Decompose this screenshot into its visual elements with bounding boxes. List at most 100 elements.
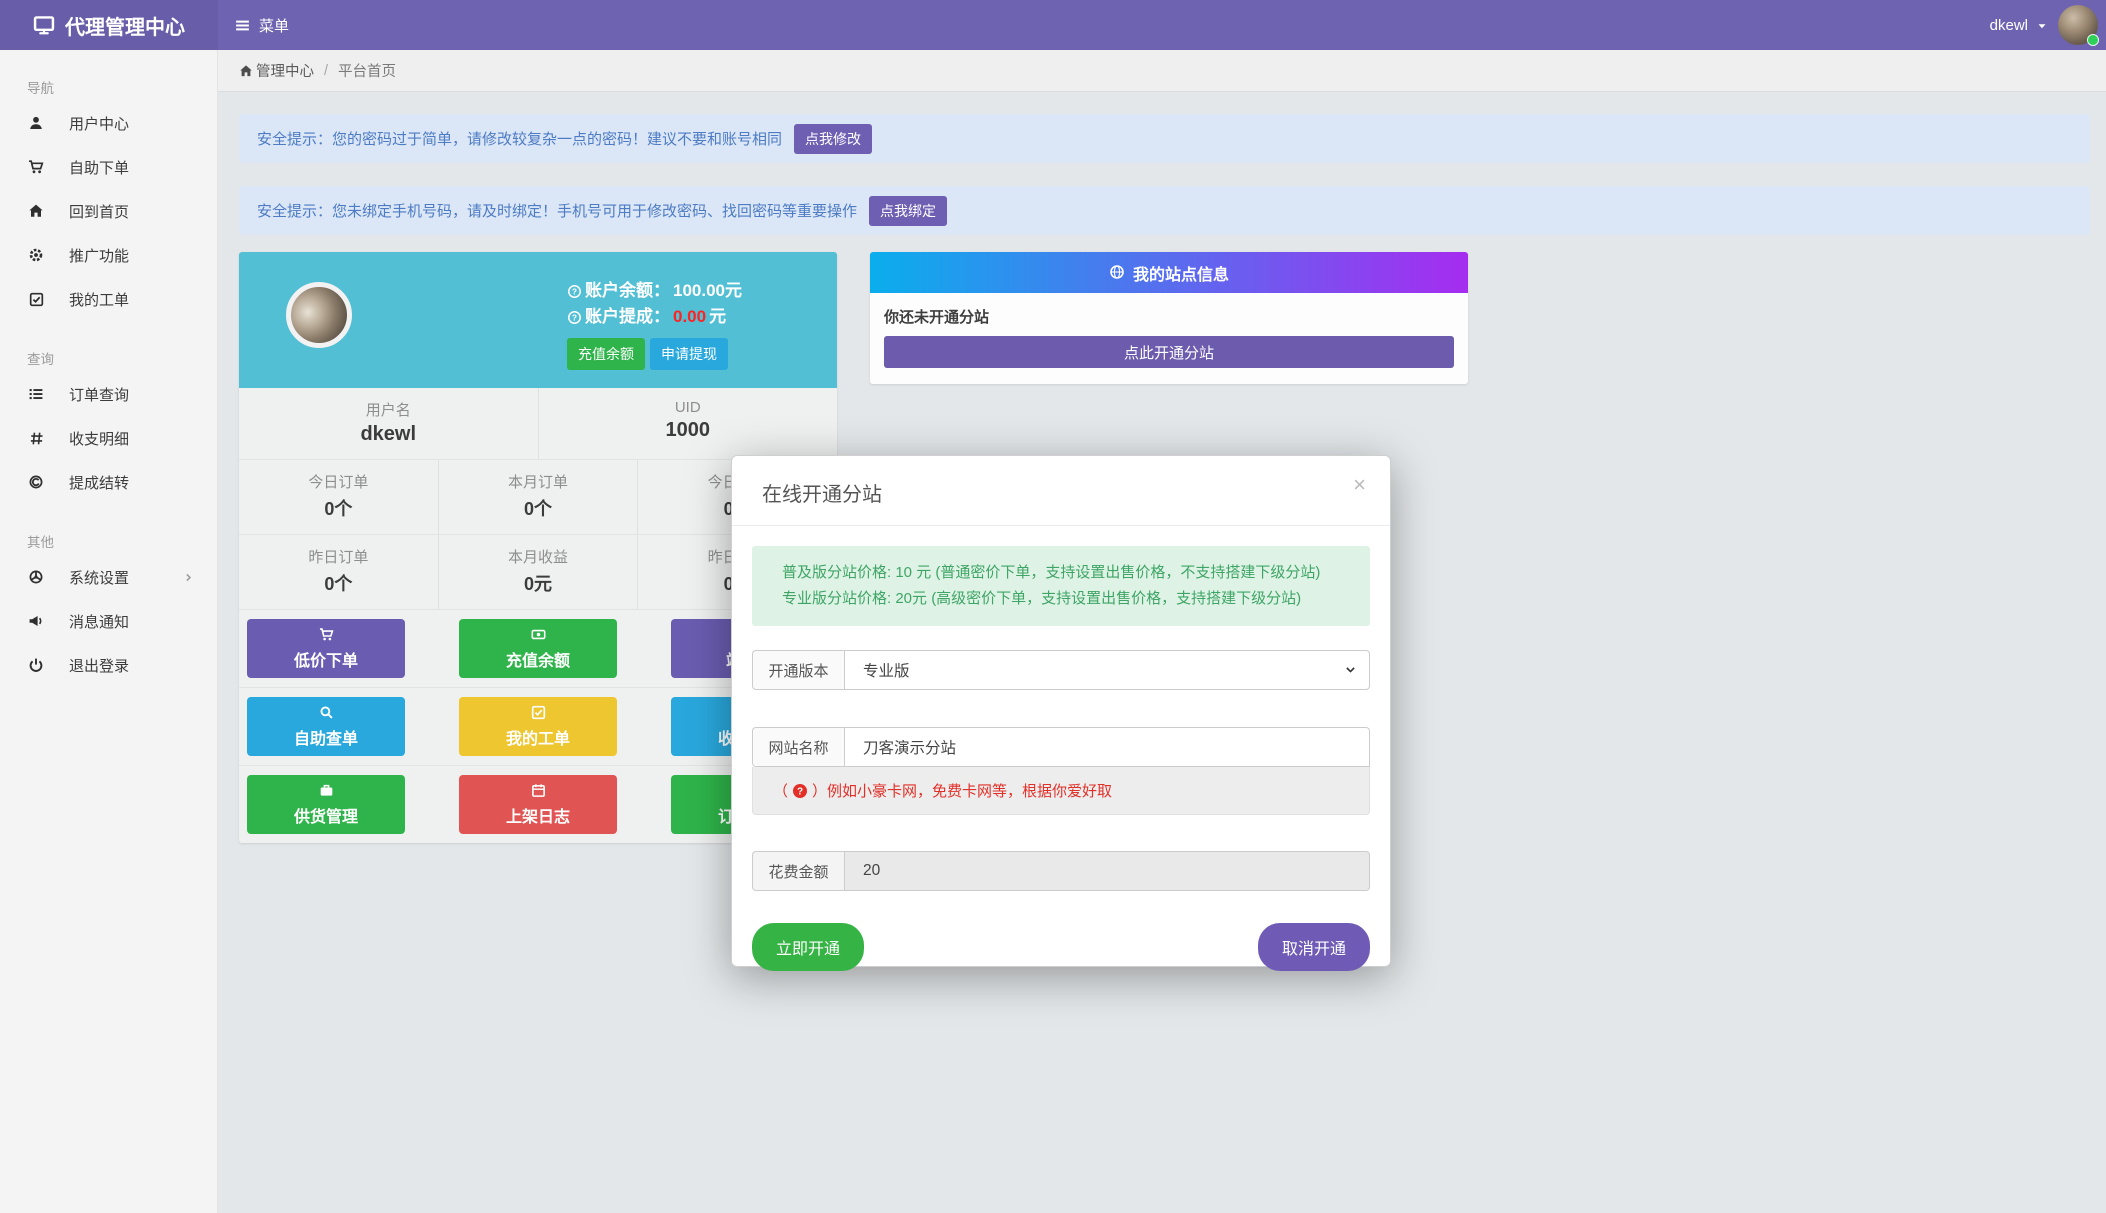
stat-today-orders: 今日订单 0个	[239, 460, 438, 534]
sidebar-item-user-center[interactable]: 用户中心	[0, 101, 217, 145]
commission-value: 0.00	[673, 304, 706, 330]
stat-month-income: 本月收益 0元	[438, 535, 638, 609]
breadcrumb-separator: /	[324, 63, 328, 79]
sidebar-item-self-order[interactable]: 自助下单	[0, 145, 217, 189]
hash-icon	[27, 431, 45, 446]
sidebar-section-query: 查询	[27, 348, 217, 368]
caret-down-icon	[2035, 17, 2049, 34]
bind-phone-button[interactable]: 点我绑定	[869, 196, 947, 226]
fan-icon	[27, 569, 45, 585]
commission-label: 账户提成：	[585, 304, 670, 330]
open-branch-button[interactable]: 点此开通分站	[884, 336, 1454, 368]
site-status-text: 你还未开通分站	[884, 306, 1454, 327]
rotate-icon	[27, 474, 45, 490]
monitor-icon	[33, 14, 55, 37]
home-icon	[27, 203, 45, 219]
user-menu[interactable]: dkewl	[1990, 17, 2049, 34]
chevron-down-icon	[1344, 661, 1357, 679]
question-circle-icon	[567, 278, 582, 304]
close-icon[interactable]: ×	[1353, 474, 1366, 496]
uid-value: 1000	[539, 419, 838, 442]
cart-icon	[27, 159, 45, 175]
sidebar-item-income-detail[interactable]: 收支明细	[0, 416, 217, 460]
money-icon	[531, 627, 546, 643]
gear-icon	[27, 247, 45, 263]
bars-icon	[234, 16, 251, 34]
site-name-hint: （ ）例如小豪卡网，免费卡网等，根据你爱好取	[752, 767, 1370, 815]
cart-icon	[319, 627, 334, 643]
sidebar-item-commission-transfer[interactable]: 提成结转	[0, 460, 217, 504]
sidebar-section-nav: 导航	[27, 77, 217, 97]
identity-row: 用户名 dkewl UID 1000	[239, 388, 837, 459]
version-field-group: 开通版本 专业版	[752, 650, 1370, 690]
app-root: 代理管理中心 菜单 dkewl 导航 用户中心 自助下单 回	[0, 0, 2106, 1213]
confirm-open-button[interactable]: 立即开通	[752, 923, 864, 971]
account-avatar	[286, 282, 352, 348]
search-icon	[319, 705, 334, 721]
site-panel-title: 我的站点信息	[1133, 261, 1229, 285]
online-status-dot	[2087, 34, 2099, 46]
tile-my-tickets[interactable]: 我的工单	[459, 697, 617, 756]
price-notice: 普及版分站价格: 10 元 (普通密价下单，支持设置出售价格，不支持搭建下级分站…	[752, 546, 1370, 626]
site-panel-header: 我的站点信息	[870, 252, 1468, 293]
sidebar-item-back-home[interactable]: 回到首页	[0, 189, 217, 233]
globe-icon	[1109, 264, 1125, 282]
sidebar-nav: 导航 用户中心 自助下单 回到首页 推广功能 我的工单 查询 订单查询 收支明	[0, 50, 218, 1213]
sidebar-item-system-settings[interactable]: 系统设置	[0, 555, 217, 599]
sidebar-item-my-tickets[interactable]: 我的工单	[0, 277, 217, 321]
bullhorn-icon	[27, 613, 45, 629]
sidebar-item-order-query[interactable]: 订单查询	[0, 372, 217, 416]
brand-logo[interactable]: 代理管理中心	[0, 0, 218, 50]
username-cell: 用户名 dkewl	[239, 388, 538, 459]
sidebar-item-promotion[interactable]: 推广功能	[0, 233, 217, 277]
site-info-panel: 我的站点信息 你还未开通分站 点此开通分站	[870, 252, 1468, 384]
menu-label: 菜单	[259, 15, 289, 36]
recharge-button[interactable]: 充值余额	[567, 338, 645, 370]
navbar-right: dkewl	[1990, 0, 2106, 50]
password-alert-text: 安全提示：您的密码过于简单，请修改较复杂一点的密码！建议不要和账号相同	[257, 128, 782, 149]
question-circle-solid-icon	[792, 782, 808, 799]
site-name-input[interactable]	[863, 738, 1355, 756]
tile-self-query[interactable]: 自助查单	[247, 697, 405, 756]
tile-cheap-order[interactable]: 低价下单	[247, 619, 405, 678]
tile-recharge[interactable]: 充值余额	[459, 619, 617, 678]
withdraw-button[interactable]: 申请提现	[650, 338, 728, 370]
stat-yesterday-orders: 昨日订单 0个	[239, 535, 438, 609]
question-circle-icon	[567, 304, 582, 330]
navbar-avatar[interactable]	[2058, 5, 2098, 45]
balance-line: 账户余额： 100.00元	[567, 278, 823, 304]
top-navbar: 代理管理中心 菜单 dkewl	[0, 0, 2106, 50]
modal-title: 在线开通分站	[762, 484, 882, 506]
balance-value: 100.00元	[673, 278, 742, 304]
user-icon	[27, 115, 45, 131]
breadcrumb-root[interactable]: 管理中心	[256, 60, 314, 81]
brand-title: 代理管理中心	[65, 11, 185, 40]
cancel-open-button[interactable]: 取消开通	[1258, 923, 1370, 971]
balance-label: 账户余额：	[585, 278, 670, 304]
briefcase-icon	[319, 783, 334, 799]
check-square-icon	[27, 292, 45, 307]
stat-month-orders: 本月订单 0个	[438, 460, 638, 534]
account-summary: 账户余额： 100.00元 账户提成： 0.00 元 充值余额 申请提现	[567, 278, 823, 370]
amount-label: 花费金额	[752, 851, 844, 891]
change-password-button[interactable]: 点我修改	[794, 124, 872, 154]
tile-shelf-log[interactable]: 上架日志	[459, 775, 617, 834]
sidebar-item-notifications[interactable]: 消息通知	[0, 599, 217, 643]
breadcrumb: 管理中心 / 平台首页	[218, 50, 2106, 92]
version-select[interactable]: 专业版	[844, 650, 1370, 690]
amount-input	[863, 862, 1355, 880]
commission-unit: 元	[709, 304, 726, 330]
price-notice-line-1: 普及版分站价格: 10 元 (普通密价下单，支持设置出售价格，不支持搭建下级分站…	[782, 560, 1354, 586]
breadcrumb-home-icon	[239, 63, 253, 79]
phone-bind-alert: 安全提示：您未绑定手机号码，请及时绑定！手机号可用于修改密码、找回密码等重要操作…	[239, 186, 2090, 235]
navbar-username: dkewl	[1990, 17, 2028, 34]
power-icon	[27, 657, 45, 673]
site-name-label: 网站名称	[752, 727, 844, 767]
check-square-icon	[531, 705, 546, 721]
tile-supply-manage[interactable]: 供货管理	[247, 775, 405, 834]
amount-field-group: 花费金额	[752, 851, 1370, 891]
sidebar-toggle-button[interactable]: 菜单	[218, 0, 305, 50]
version-label: 开通版本	[752, 650, 844, 690]
price-notice-line-2: 专业版分站价格: 20元 (高级密价下单，支持设置出售价格，支持搭建下级分站)	[782, 586, 1354, 612]
sidebar-item-logout[interactable]: 退出登录	[0, 643, 217, 687]
